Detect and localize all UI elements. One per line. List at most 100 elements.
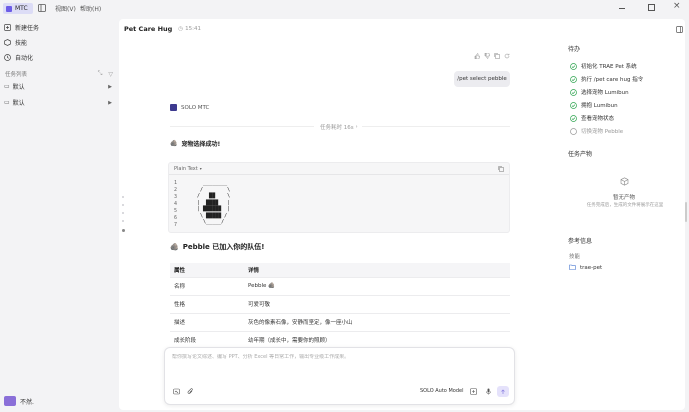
skill-icon xyxy=(4,39,11,46)
microphone-icon[interactable] xyxy=(485,388,492,395)
sidebar-toggle-icon[interactable] xyxy=(38,4,46,12)
collapse-icon[interactable]: ⤡ xyxy=(98,70,103,78)
info-table-wrap: 属性 详情 名称 Pebble 🪨 性格 可爱可敬 描述 灰色的像素石像，安静而… xyxy=(170,263,510,345)
chevron-right-icon: ▶ xyxy=(108,83,112,90)
todo-item: 选择宠物 Lumibun xyxy=(570,88,629,96)
thumbs-down-icon[interactable] xyxy=(484,53,490,59)
success-text: 宠物选择成功! xyxy=(181,141,221,148)
scroll-marker[interactable] xyxy=(122,212,124,214)
chevron-down-icon: ▾ xyxy=(199,166,202,171)
scrollbar[interactable] xyxy=(685,202,687,222)
line-number: 7 xyxy=(174,222,178,228)
copy-code-icon[interactable] xyxy=(498,165,504,172)
model-select[interactable]: SOLO Auto Model xyxy=(420,388,463,394)
app-button-label: MTC xyxy=(15,5,28,12)
agent-header: SOLO MTC xyxy=(170,104,209,111)
user-message: /pet select pebble xyxy=(454,71,510,87)
line-number: 3 xyxy=(174,194,178,200)
table-cell: 名称 xyxy=(170,277,244,296)
todo-item: 查看宠物状态 xyxy=(570,114,614,122)
code-lang-label: Plain Text xyxy=(174,165,198,172)
table-row: 描述 灰色的像素石像，安静而坚定，像一座小山 xyxy=(170,313,510,332)
title-row: Pet Care Hug ◷ 15:41 xyxy=(124,25,201,33)
table-cell: 描述 xyxy=(170,313,244,332)
task-list-label: 任务列表 xyxy=(5,72,28,78)
code-block: Plain Text ▾ 1 2 3 4 5 6 7 ________ / \ … xyxy=(168,162,510,233)
table-header: 属性 xyxy=(170,263,244,278)
expand-icon[interactable] xyxy=(470,388,477,395)
user-profile[interactable]: 不然. xyxy=(4,396,34,406)
pending-circle-icon xyxy=(570,127,577,135)
code-lang-select[interactable]: Plain Text ▾ xyxy=(174,166,202,172)
pet-info-table: 属性 详情 名称 Pebble 🪨 性格 可爱可敬 描述 灰色的像素石像，安静而… xyxy=(170,263,510,345)
todo-label: 执行 /pet care hug 指令 xyxy=(581,77,644,83)
joined-heading: 🪨 Pebble 已加入你的队伍! xyxy=(170,242,264,252)
check-circle-icon xyxy=(570,114,577,122)
check-circle-icon xyxy=(570,101,577,109)
rock-emoji-icon: 🪨 xyxy=(170,243,179,251)
minimize-icon[interactable] xyxy=(619,8,625,9)
chevron-right-icon: ▶ xyxy=(108,99,112,106)
todo-label: 选择宠物 Lumibun xyxy=(581,90,629,96)
panel-toggle-icon[interactable] xyxy=(676,26,683,33)
folder-item[interactable]: ▭ 默认 ▶ xyxy=(4,82,112,91)
sidebar-item-new-task[interactable]: 新建任务 xyxy=(4,22,39,33)
table-cell: Pebble 🪨 xyxy=(244,277,510,296)
filter-icon[interactable]: ▽ xyxy=(108,71,113,78)
todo-item: 切换宠物 Pebble xyxy=(570,127,623,135)
sidebar-item-skills[interactable]: 技能 xyxy=(4,37,27,48)
folder-item[interactable]: ▭ 默认 ▶ xyxy=(4,98,112,107)
composer: SOLO Auto Model xyxy=(164,347,515,405)
success-heading: 🪨 宠物选择成功! xyxy=(170,139,220,148)
task-time-toggle[interactable]: 任务耗时 16s › xyxy=(320,123,358,131)
check-circle-icon xyxy=(570,88,577,96)
app-logo-icon xyxy=(6,5,12,12)
new-task-icon xyxy=(4,24,11,31)
folder-label: 默认 xyxy=(12,100,25,107)
app-switch-button[interactable]: MTC xyxy=(3,3,33,14)
copy-icon[interactable] xyxy=(494,53,500,59)
thumbs-up-icon[interactable] xyxy=(474,53,480,59)
maximize-icon[interactable] xyxy=(648,4,655,11)
line-number: 5 xyxy=(174,208,178,214)
line-number: 1 xyxy=(174,180,178,186)
table-row: 性格 可爱可敬 xyxy=(170,295,510,314)
elapsed-label: 15:41 xyxy=(185,26,201,32)
agent-logo-icon xyxy=(170,104,177,111)
send-button[interactable] xyxy=(497,386,509,397)
sidebar-item-label: 新建任务 xyxy=(15,25,40,32)
refs-title: 参考信息 xyxy=(568,238,593,245)
todo-label: 拥抱 Lumibun xyxy=(581,103,618,109)
scroll-marker[interactable] xyxy=(122,204,124,206)
chevron-right-icon: › xyxy=(355,124,358,130)
table-cell: 性格 xyxy=(170,295,244,314)
avatar xyxy=(4,396,16,406)
todo-label: 初始化 TRAE Pet 系统 xyxy=(581,64,637,70)
divider xyxy=(170,126,314,127)
task-time-label: 任务耗时 16s xyxy=(320,125,354,131)
joined-text: Pebble 已加入你的队伍! xyxy=(182,243,265,251)
page-title: Pet Care Hug xyxy=(124,25,173,33)
retry-icon[interactable] xyxy=(504,53,510,59)
agent-name: SOLO MTC xyxy=(181,104,210,111)
model-label: SOLO Auto Model xyxy=(420,388,464,394)
skill-ref-item[interactable]: trae-pet xyxy=(569,264,602,271)
folder-label: 默认 xyxy=(12,84,25,91)
sidebar-item-automation[interactable]: 自动化 xyxy=(4,52,33,63)
check-circle-icon xyxy=(570,62,577,70)
scroll-marker[interactable] xyxy=(122,220,124,222)
scroll-marker[interactable] xyxy=(122,196,124,198)
scroll-marker-active[interactable] xyxy=(122,229,125,232)
folder-icon: ▭ xyxy=(4,83,10,90)
menu-help[interactable]: 帮助(H) xyxy=(80,4,101,13)
automation-icon xyxy=(4,54,11,61)
todo-item: 初始化 TRAE Pet 系统 xyxy=(570,62,637,70)
close-icon[interactable]: × xyxy=(673,1,681,11)
attach-file-icon[interactable] xyxy=(173,388,180,395)
table-row: 成长阶段 幼年期（成长中，需要你的照顾） xyxy=(170,331,510,345)
chat-input[interactable] xyxy=(172,354,502,360)
paperclip-icon[interactable] xyxy=(187,388,194,395)
line-number: 6 xyxy=(174,215,178,221)
menu-view[interactable]: 视图(V) xyxy=(55,4,76,13)
todo-label: 查看宠物状态 xyxy=(581,116,615,122)
